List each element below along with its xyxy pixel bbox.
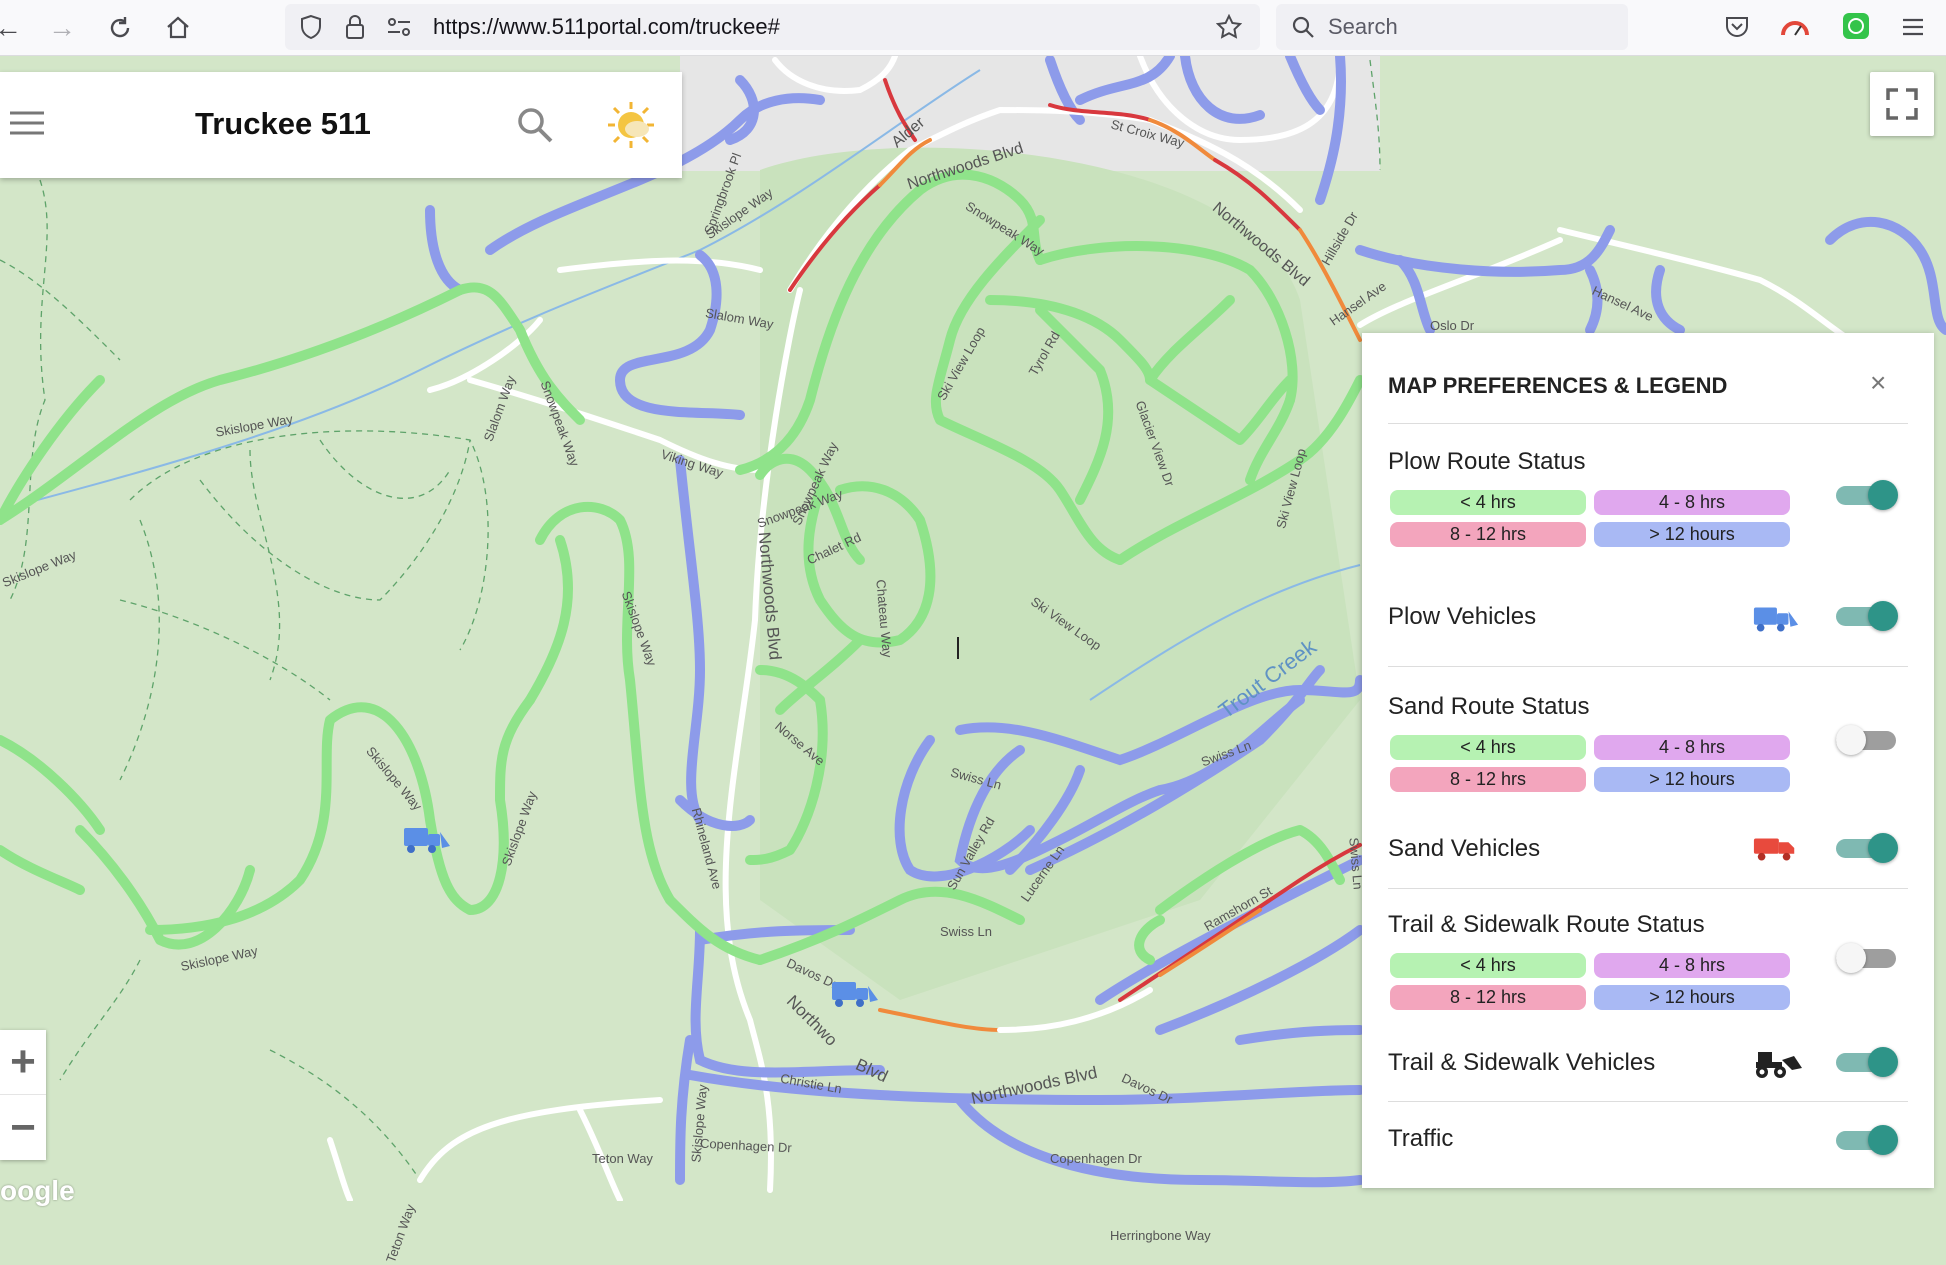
sand-truck-icon <box>1752 832 1800 866</box>
fullscreen-button[interactable] <box>1870 72 1934 136</box>
speedometer-extension-icon[interactable] <box>1780 12 1810 42</box>
plow-vehicles-toggle[interactable] <box>1836 596 1900 636</box>
zoom-divider <box>0 1094 46 1095</box>
home-icon[interactable] <box>156 6 200 50</box>
url-bar[interactable]: https://www.511portal.com/truckee# <box>285 4 1260 50</box>
search-icon[interactable] <box>516 106 556 146</box>
sand-vehicles-label: Sand Vehicles <box>1388 835 1541 862</box>
url-text[interactable]: https://www.511portal.com/truckee# <box>433 14 780 40</box>
divider <box>1388 888 1908 889</box>
search-bar[interactable]: Search <box>1276 4 1628 50</box>
plow-truck-icon <box>832 982 878 1007</box>
trail-sidewalk-vehicles-label: Trail & Sidewalk Vehicles <box>1388 1049 1656 1076</box>
plow-truck-icon <box>1752 603 1800 637</box>
reload-icon[interactable] <box>98 6 142 50</box>
trail-sidewalk-vehicles-toggle[interactable] <box>1836 1042 1900 1082</box>
sand-vehicles-toggle[interactable] <box>1836 828 1900 868</box>
legend-panel: MAP PREFERENCES & LEGEND × Plow Route St… <box>1362 333 1934 1188</box>
trail-sidewalk-route-status-toggle[interactable] <box>1836 938 1900 978</box>
trail-sidewalk-route-status-label: Trail & Sidewalk Route Status <box>1388 911 1705 938</box>
map-label-herringbone-way: Herringbone Way <box>1110 1228 1211 1243</box>
map-label-teton-way: Teton Way <box>592 1151 653 1166</box>
search-placeholder[interactable]: Search <box>1328 14 1398 40</box>
plow-route-status-toggle[interactable] <box>1836 475 1900 515</box>
plow-truck-icon <box>404 828 450 853</box>
permissions-icon[interactable] <box>385 13 413 41</box>
bookmark-star-icon[interactable] <box>1215 13 1243 41</box>
app-title: Truckee 511 <box>195 106 371 141</box>
traffic-toggle[interactable] <box>1836 1120 1900 1160</box>
map-label-teton-way: Teton Way <box>383 1202 418 1265</box>
legend-pill-lt4: < 4 hrs <box>1390 953 1586 978</box>
back-icon[interactable]: ← <box>0 6 30 50</box>
text-cursor <box>957 637 959 659</box>
divider <box>1388 1101 1908 1102</box>
legend-pill-8to12: 8 - 12 hrs <box>1390 522 1586 547</box>
app-header: Truckee 511 <box>0 72 682 178</box>
lock-icon[interactable] <box>341 13 369 41</box>
legend-pill-lt4: < 4 hrs <box>1390 735 1586 760</box>
plow-vehicles-label: Plow Vehicles <box>1388 603 1537 630</box>
sand-route-status-label: Sand Route Status <box>1388 693 1590 720</box>
hamburger-menu-icon[interactable] <box>8 109 48 139</box>
legend-title: MAP PREFERENCES & LEGEND <box>1388 373 1728 398</box>
weather-sun-icon[interactable] <box>606 100 656 150</box>
map-label-oslo-dr: Oslo Dr <box>1430 318 1475 333</box>
browser-toolbar: ← → https://www.511portal.com/truckee# S… <box>0 0 1946 56</box>
plow-route-status-label: Plow Route Status <box>1388 448 1586 475</box>
loader-icon <box>1752 1046 1802 1080</box>
map-label-copenhagen-dr: Copenhagen Dr <box>1050 1151 1142 1166</box>
shield-icon[interactable] <box>297 13 325 41</box>
traffic-label: Traffic <box>1388 1125 1454 1152</box>
plow-vehicle-marker[interactable] <box>402 824 452 858</box>
search-icon <box>1290 14 1316 40</box>
divider <box>1388 666 1908 667</box>
legend-pill-gt12: > 12 hours <box>1594 767 1790 792</box>
legend-pill-4to8: 4 - 8 hrs <box>1594 735 1790 760</box>
menu-icon[interactable] <box>1898 12 1928 42</box>
whatsapp-extension-icon[interactable] <box>1840 10 1872 42</box>
forward-icon[interactable]: → <box>40 6 84 50</box>
pocket-icon[interactable] <box>1722 12 1752 42</box>
close-icon[interactable]: × <box>1870 367 1886 399</box>
legend-pill-lt4: < 4 hrs <box>1390 490 1586 515</box>
zoom-out-button[interactable]: − <box>0 1096 46 1160</box>
sand-route-status-toggle[interactable] <box>1836 720 1900 760</box>
legend-pill-4to8: 4 - 8 hrs <box>1594 490 1790 515</box>
legend-pill-gt12: > 12 hours <box>1594 522 1790 547</box>
legend-pill-8to12: 8 - 12 hrs <box>1390 767 1586 792</box>
legend-pill-8to12: 8 - 12 hrs <box>1390 985 1586 1010</box>
legend-pill-gt12: > 12 hours <box>1594 985 1790 1010</box>
map-label-swiss-ln: Swiss Ln <box>940 924 993 939</box>
zoom-in-button[interactable]: + <box>0 1030 46 1094</box>
plow-vehicle-marker[interactable] <box>830 978 880 1012</box>
divider <box>1388 423 1908 424</box>
zoom-control: + − <box>0 1030 46 1160</box>
fullscreen-icon <box>1886 88 1918 120</box>
legend-pill-4to8: 4 - 8 hrs <box>1594 953 1790 978</box>
google-logo: oogle <box>0 1175 75 1206</box>
